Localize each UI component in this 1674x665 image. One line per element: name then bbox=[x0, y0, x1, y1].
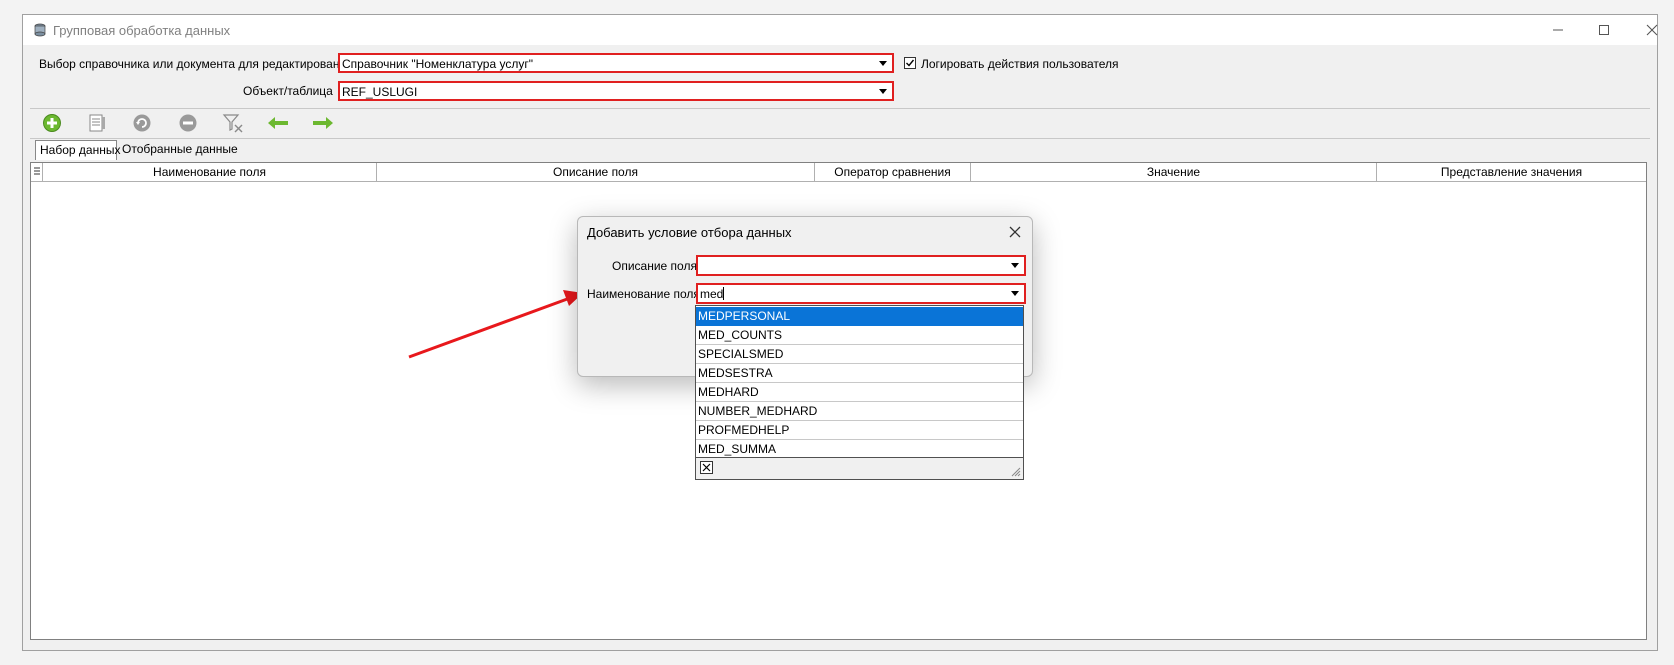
close-icon bbox=[702, 463, 711, 472]
name-input[interactable]: med bbox=[700, 287, 725, 301]
autocomplete-dropdown[interactable]: MEDPERSONAL MED_COUNTS SPECIALSMED MEDSE… bbox=[695, 305, 1024, 480]
close-icon bbox=[1009, 226, 1021, 238]
name-label: Наименование поля bbox=[587, 287, 700, 301]
list-item[interactable]: MED_COUNTS bbox=[696, 326, 1023, 345]
desc-combobox[interactable] bbox=[696, 255, 1026, 276]
resize-grip-icon[interactable] bbox=[1009, 465, 1021, 477]
desc-label: Описание поля bbox=[612, 259, 697, 273]
list-item[interactable]: NUMBER_MEDHARD bbox=[696, 402, 1023, 421]
name-value: med bbox=[700, 287, 724, 301]
list-item[interactable]: MEDPERSONAL bbox=[696, 307, 1023, 326]
chevron-down-icon[interactable] bbox=[1007, 286, 1023, 301]
chevron-down-icon[interactable] bbox=[1007, 258, 1023, 273]
dialog-title: Добавить условие отбора данных bbox=[587, 225, 792, 240]
text-cursor bbox=[723, 287, 725, 300]
dialog-close-button[interactable] bbox=[1006, 223, 1024, 241]
name-combobox[interactable]: med bbox=[696, 283, 1026, 304]
list-item[interactable]: PROFMEDHELP bbox=[696, 421, 1023, 440]
dropdown-footer bbox=[696, 457, 1023, 479]
list-item[interactable]: MEDSESTRA bbox=[696, 364, 1023, 383]
list-item[interactable]: SPECIALSMED bbox=[696, 345, 1023, 364]
dropdown-close-button[interactable] bbox=[700, 461, 713, 474]
list-item[interactable]: MEDHARD bbox=[696, 383, 1023, 402]
